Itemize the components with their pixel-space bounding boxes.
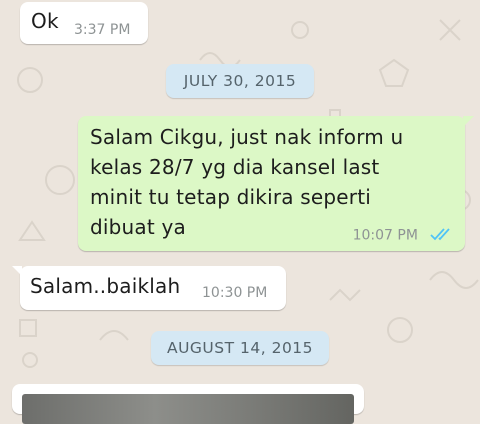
message-meta: 10:07 PM bbox=[353, 225, 455, 245]
bubble-tail bbox=[463, 116, 474, 127]
double-check-icon bbox=[429, 226, 455, 246]
incoming-media-bubble[interactable] bbox=[12, 384, 364, 424]
message-text: Salam Cikgu, just nak inform u kelas 28/… bbox=[90, 122, 460, 242]
message-line: minit tu tetap dikira seperti bbox=[90, 185, 372, 209]
bubble-tail bbox=[12, 266, 22, 276]
date-separator: AUGUST 14, 2015 bbox=[151, 331, 329, 365]
message-text: Ok bbox=[31, 9, 59, 33]
message-time: 3:37 PM bbox=[74, 22, 131, 38]
message-text: Salam..baiklah bbox=[30, 274, 181, 298]
outgoing-message-bubble[interactable]: Salam Cikgu, just nak inform u kelas 28/… bbox=[78, 116, 474, 251]
message-line: kelas 28/7 yg dia kansel last bbox=[90, 155, 380, 179]
incoming-message-bubble[interactable]: Ok 3:37 PM bbox=[20, 2, 148, 44]
message-time: 10:07 PM bbox=[352, 227, 418, 244]
date-separator: JULY 30, 2015 bbox=[166, 64, 314, 98]
message-line: Salam Cikgu, just nak inform u bbox=[90, 125, 404, 149]
image-thumbnail[interactable] bbox=[22, 394, 354, 424]
incoming-message-bubble[interactable]: Salam..baiklah 10:30 PM bbox=[12, 266, 286, 310]
message-time: 10:30 PM bbox=[202, 285, 268, 301]
